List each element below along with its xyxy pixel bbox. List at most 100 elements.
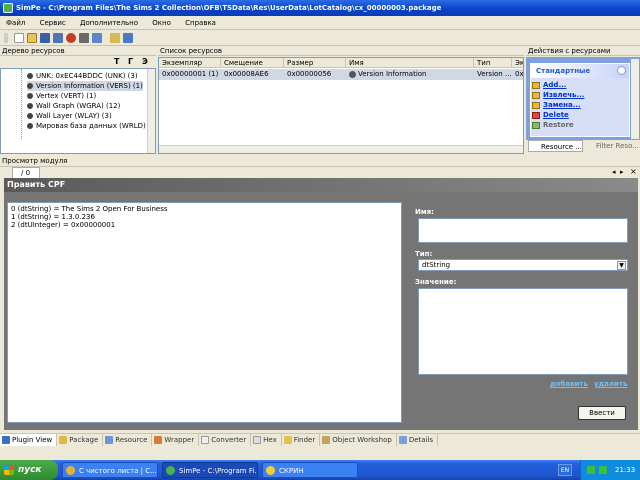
tab-resource-actions[interactable]: Resource ... [528, 140, 584, 152]
actions-tabs: Resource ... Filter Reso... [526, 140, 640, 152]
viewer-tabstrip: / 0 ◂ ▸ × [0, 167, 640, 178]
folder-icon[interactable] [110, 33, 120, 43]
action-replace[interactable]: Замена... [531, 100, 629, 110]
resource-list: Экземпляр Смещение Размер Имя Тип Эк 0x0… [158, 57, 524, 154]
resource-icon [27, 83, 33, 89]
save-icon[interactable] [40, 33, 50, 43]
add-link[interactable]: добавить [550, 380, 588, 388]
filter-g[interactable]: Г [128, 57, 133, 67]
tray-icon[interactable] [599, 466, 607, 474]
simpe-icon [166, 466, 175, 475]
clock[interactable]: 21:33 [615, 460, 635, 480]
taskbar: пуск С чистого листа | С... SimPe - C:\P… [0, 460, 640, 480]
tools-icon[interactable] [92, 33, 102, 43]
list-hscrollbar[interactable] [159, 145, 523, 153]
tab-details[interactable]: Details [397, 434, 439, 446]
col-size[interactable]: Размер [284, 58, 346, 68]
cell-offset: 0x00008AE6 [224, 70, 269, 78]
action-delete[interactable]: Delete [531, 110, 629, 120]
resource-icon [27, 93, 33, 99]
submit-button[interactable]: Ввести [578, 406, 626, 420]
tab-wrapper[interactable]: Wrapper [152, 434, 200, 446]
tree-item[interactable]: Мировая база данных (WRLD) (1) [27, 121, 155, 131]
list-item[interactable]: 2 (dtUInteger) = 0x00000001 [11, 221, 398, 229]
col-offset[interactable]: Смещение [221, 58, 284, 68]
cell-size: 0x00000056 [287, 70, 332, 78]
type-label: Тип: [415, 250, 433, 258]
actions-area: Стандартные Add... Извлечь... Замена... … [526, 57, 640, 140]
browser-icon [66, 466, 75, 475]
col-type[interactable]: Тип [474, 58, 512, 68]
taskbar-button-simpe[interactable]: SimPe - C:\Program Fi... [162, 462, 258, 478]
value-textarea[interactable] [418, 288, 628, 375]
menu-window[interactable]: Окно [146, 16, 177, 30]
delete-link[interactable]: удалить [594, 380, 627, 388]
list-item[interactable]: 1 (dtString) = 1.3.0.236 [11, 213, 398, 221]
filter-t[interactable]: T [114, 57, 119, 67]
tab-filter-resources[interactable]: Filter Reso... [584, 140, 639, 152]
menu-tools[interactable]: Сервис [34, 16, 72, 30]
tab-converter[interactable]: Converter [199, 434, 252, 446]
close-icon[interactable] [66, 33, 76, 43]
tray-icon[interactable] [587, 466, 595, 474]
tree-item[interactable]: Vertex (VERT) (1) [27, 91, 96, 101]
name-input[interactable] [418, 218, 628, 243]
action-restore[interactable]: Restore [531, 120, 629, 130]
tab-resource[interactable]: Resource [103, 434, 153, 446]
save-as-icon[interactable] [53, 33, 63, 43]
bottom-tabbar: Plugin View Package Resource Wrapper Convert… [0, 433, 640, 446]
cell-instance: 0x00000001 (1) [162, 70, 219, 78]
scroll-right-icon[interactable]: ▸ [620, 168, 624, 176]
tree-scrollbar[interactable] [147, 69, 155, 153]
chevron-down-icon[interactable]: ▼ [617, 261, 626, 270]
new-file-icon[interactable] [14, 33, 24, 43]
close-tab-icon[interactable]: × [630, 167, 637, 176]
tree-item[interactable]: Wall Graph (WGRA) (12) [27, 101, 120, 111]
resource-icon [27, 103, 33, 109]
action-add[interactable]: Add... [531, 80, 629, 90]
open-folder-icon[interactable] [27, 33, 37, 43]
cell-type: Version ... [477, 70, 512, 78]
table-row[interactable]: 0x00000001 (1) 0x00008AE6 0x00000056 Ver… [159, 69, 523, 80]
collapse-icon[interactable] [617, 66, 626, 75]
type-select[interactable]: dtString ▼ [418, 259, 628, 271]
actions-scrollbar[interactable] [631, 59, 639, 139]
tree-item[interactable]: UNK: 0xEC44BDDC (UNK) (3) [27, 71, 138, 81]
cpf-items-list[interactable]: 0 (dtString) = The Sims 2 Open For Busin… [7, 202, 402, 423]
tab-plugin-view[interactable]: Plugin View [0, 434, 58, 446]
list-item[interactable]: 0 (dtString) = The Sims 2 Open For Busin… [11, 205, 398, 213]
resource-icon [349, 70, 356, 78]
windows-logo-icon [4, 465, 14, 475]
window-title: SimPe - C:\Program Files\The Sims 2 Coll… [16, 4, 442, 12]
delete-icon [532, 112, 540, 119]
resource-icon [27, 113, 33, 119]
tab-object-workshop[interactable]: Object Workshop [320, 434, 397, 446]
filter-e[interactable]: Э [142, 57, 148, 67]
window-icon[interactable] [123, 33, 133, 43]
tab-finder[interactable]: Finder [282, 434, 321, 446]
app-icon [3, 3, 13, 13]
menu-file[interactable]: Файл [0, 16, 31, 30]
actions-panel: Действия с ресурсами Стандартные Add... … [526, 46, 640, 154]
menu-help[interactable]: Справка [179, 16, 222, 30]
menu-extra[interactable]: Дополнительно [74, 16, 144, 30]
replace-icon [532, 102, 540, 109]
tab-page-0[interactable]: / 0 [12, 167, 40, 178]
tab-package[interactable]: Package [57, 434, 104, 446]
scroll-left-icon[interactable]: ◂ [612, 168, 616, 176]
tree-line [21, 69, 22, 139]
tab-hex[interactable]: Hex [251, 434, 282, 446]
col-instance[interactable]: Экземпляр [159, 58, 221, 68]
tree-item-selected[interactable]: Version Information (VERS) (1) [27, 81, 143, 91]
col-name[interactable]: Имя [346, 58, 474, 68]
resource-tree: UNK: 0xEC44BDDC (UNK) (3) Version Inform… [0, 68, 156, 154]
tree-item[interactable]: Wall Layer (WLAY) (3) [27, 111, 112, 121]
action-extract[interactable]: Извлечь... [531, 90, 629, 100]
language-indicator[interactable]: EN [558, 464, 572, 476]
start-button[interactable]: пуск [0, 460, 58, 480]
add-icon [532, 82, 540, 89]
taskbar-button-screen[interactable]: СКРИН [262, 462, 358, 478]
col-extra[interactable]: Эк [512, 58, 523, 68]
plugin-icon[interactable] [79, 33, 89, 43]
taskbar-button-browser[interactable]: С чистого листа | С... [62, 462, 158, 478]
